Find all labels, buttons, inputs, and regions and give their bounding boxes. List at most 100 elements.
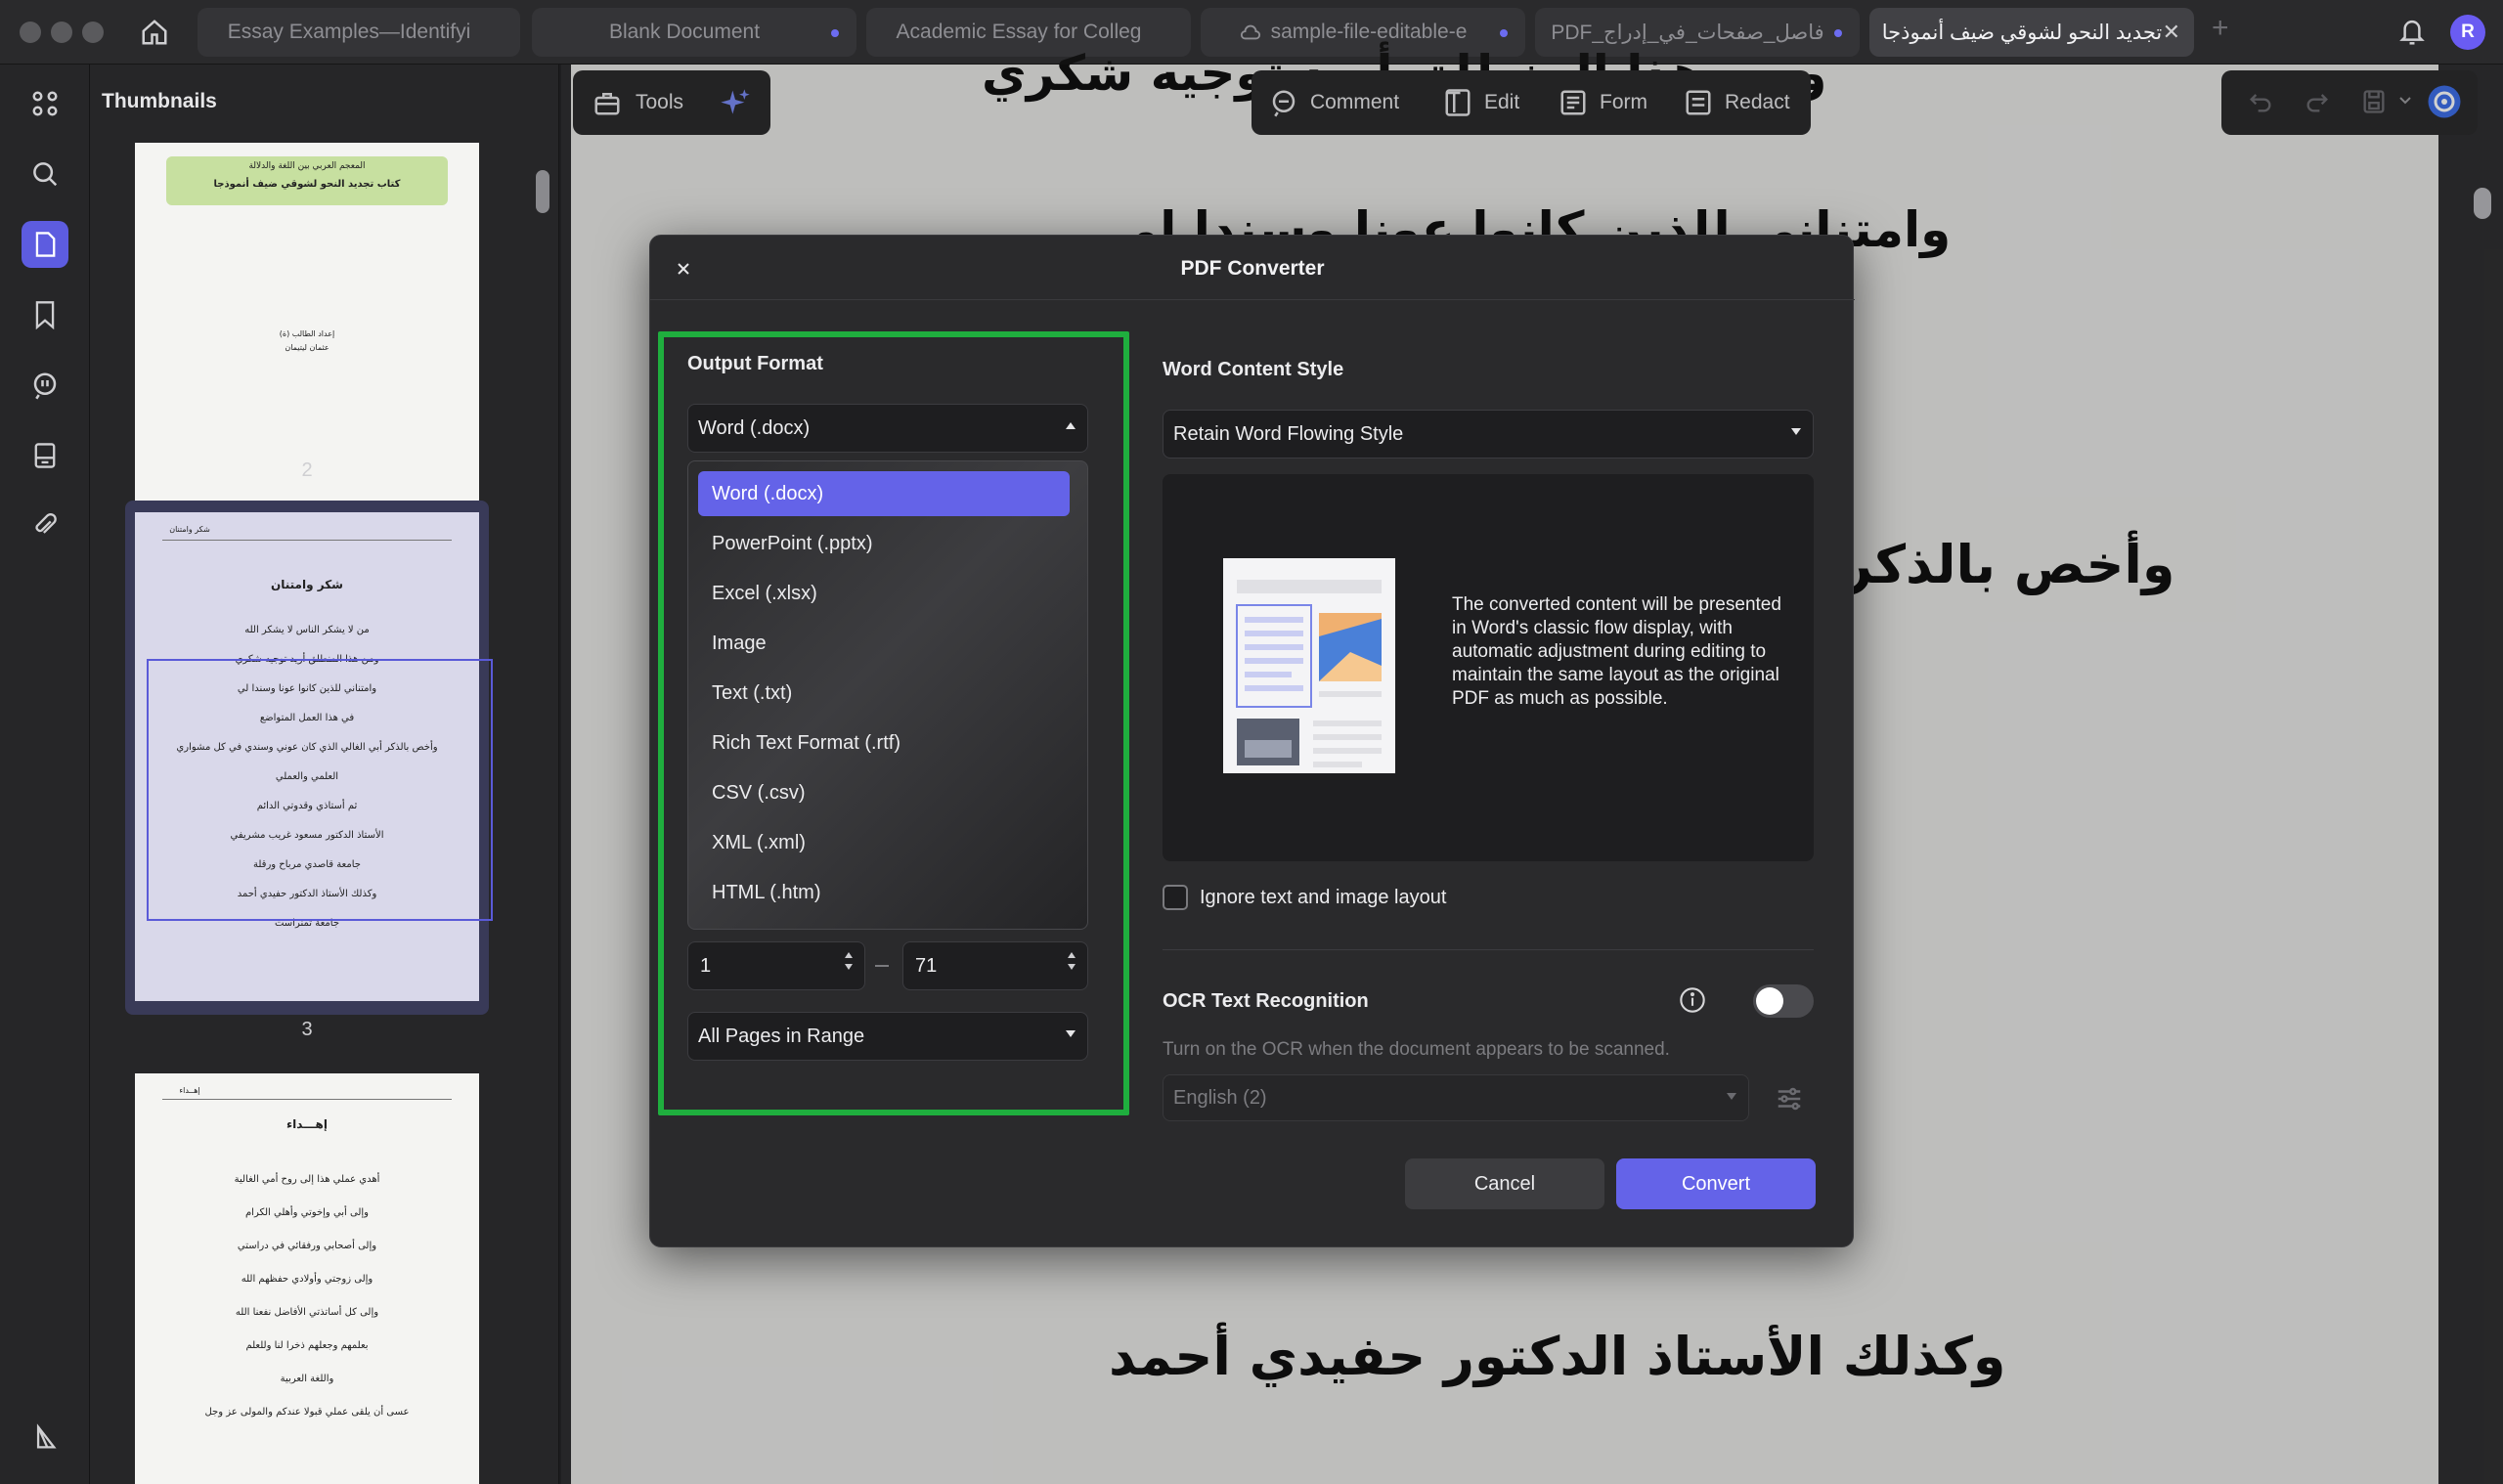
apps-button[interactable] xyxy=(22,80,68,127)
thumbnails-scrollbar[interactable] xyxy=(536,170,549,213)
comments-button[interactable] xyxy=(22,362,68,409)
layers-icon xyxy=(36,1423,57,1449)
home-button[interactable] xyxy=(137,15,172,50)
page-thumbnail-2[interactable]: المعجم العربي بين اللغة والدلالة كتاب تج… xyxy=(135,143,479,506)
ocr-language-value: English (2) xyxy=(1173,1086,1267,1109)
ocr-language-select[interactable]: English (2) xyxy=(1163,1074,1749,1121)
stepper-arrows-icon[interactable] xyxy=(1068,952,1076,970)
tab-essay-examples[interactable]: Essay Examples—Identifyi xyxy=(198,8,520,57)
output-format-label: Output Format xyxy=(687,353,823,374)
thumbnail-text: إعداد الطالب (ة) xyxy=(279,329,335,338)
panel-title: Thumbnails xyxy=(102,90,217,112)
close-tab-icon[interactable]: ✕ xyxy=(2163,20,2180,45)
thumbnail-text: وإلى زوجتي وأولادي حفظهم الله xyxy=(241,1274,373,1285)
format-option-rtf[interactable]: Rich Text Format (.rtf) xyxy=(698,720,1070,765)
word-style-select[interactable]: Retain Word Flowing Style xyxy=(1163,410,1814,458)
bookmark-icon xyxy=(35,301,55,329)
thumbnails-panel: Thumbnails المعجم العربي بين اللغة والدل… xyxy=(90,65,559,1484)
minimize-window-button[interactable] xyxy=(51,22,72,43)
range-end-stepper[interactable]: 71 xyxy=(902,941,1088,990)
visible-area-indicator[interactable] xyxy=(147,659,493,921)
convert-button[interactable]: Convert xyxy=(1616,1158,1816,1209)
thumbnail-text: كتاب تجديد النحو لشوقي ضيف أنموذجا xyxy=(213,179,401,190)
format-option-csv[interactable]: CSV (.csv) xyxy=(698,770,1070,815)
format-option-image[interactable]: Image xyxy=(698,621,1070,666)
thumbnails-button[interactable] xyxy=(22,221,68,268)
word-content-style-label: Word Content Style xyxy=(1163,359,1344,380)
zoom-window-button[interactable] xyxy=(82,22,104,43)
stamps-button[interactable] xyxy=(22,432,68,479)
ocr-hint: Turn on the OCR when the document appear… xyxy=(1163,1039,1670,1060)
format-option-word[interactable]: Word (.docx) xyxy=(698,471,1070,516)
new-tab-button[interactable]: + xyxy=(2212,12,2229,45)
ignore-layout-label: Ignore text and image layout xyxy=(1200,887,1447,908)
dialog-title: PDF Converter xyxy=(1180,257,1325,280)
word-style-value: Retain Word Flowing Style xyxy=(1173,422,1404,445)
range-separator xyxy=(875,965,889,967)
ignore-layout-checkbox[interactable] xyxy=(1163,885,1188,910)
thumbnail-text: وإلى أبي وإخوتي وأهلي الكرام xyxy=(244,1207,370,1218)
style-description: The converted content will be presented … xyxy=(1452,594,1781,709)
avatar[interactable]: R xyxy=(2450,15,2485,50)
cancel-button[interactable]: Cancel xyxy=(1405,1158,1604,1209)
tab-label: Blank Document xyxy=(608,21,761,43)
thumbnail-text: شكر وامتنان xyxy=(169,525,210,534)
chevron-down-icon xyxy=(1791,428,1801,435)
page-thumbnail-4[interactable]: إهــداء إهـــداء أهدي عملي هذا إلى روح أ… xyxy=(135,1073,479,1484)
close-window-button[interactable] xyxy=(20,22,41,43)
chevron-down-icon xyxy=(1066,1030,1076,1037)
comment-icon xyxy=(33,372,57,400)
bell-icon xyxy=(2399,20,2425,45)
tab-blank-document[interactable]: Blank Document xyxy=(532,8,856,57)
thumbnail-text: عثمان ليتيمان xyxy=(285,343,329,352)
page-range-value: All Pages in Range xyxy=(698,1025,865,1047)
chevron-up-icon xyxy=(1066,422,1076,429)
thumbnail-text: إهـــداء xyxy=(286,1117,328,1131)
unsaved-dot-icon xyxy=(831,29,839,37)
stepper-arrows-icon[interactable] xyxy=(845,952,853,970)
search-icon xyxy=(33,162,58,187)
tab-label: Essay Examples—Identifyi xyxy=(227,21,471,43)
tab-active-document[interactable]: تجديد النحو لشوقي ضيف أنموذجا ✕ xyxy=(1869,8,2194,57)
sidebar-toggle-button[interactable] xyxy=(22,1414,68,1461)
page-icon xyxy=(35,232,56,257)
selected-format-value: Word (.docx) xyxy=(698,416,811,439)
pdf-converter-dialog: PDF Converter Output Format Word (.docx)… xyxy=(649,235,1855,1247)
range-end-value: 71 xyxy=(915,954,938,977)
range-start-stepper[interactable]: 1 xyxy=(687,941,865,990)
divider xyxy=(1163,949,1814,950)
tab-label: sample-file-editable-e xyxy=(1270,21,1468,43)
info-icon xyxy=(1680,987,1705,1013)
format-option-excel[interactable]: Excel (.xlsx) xyxy=(698,571,1070,616)
thumbnail-text: المعجم العربي بين اللغة والدلالة xyxy=(248,161,366,171)
ocr-info-button[interactable] xyxy=(1679,986,1706,1019)
format-option-html[interactable]: HTML (.htm) xyxy=(698,870,1070,915)
stack-icon xyxy=(34,443,56,468)
thumbnail-text: شكر وامتنان xyxy=(271,578,343,591)
ocr-label: OCR Text Recognition xyxy=(1163,990,1369,1012)
format-option-powerpoint[interactable]: PowerPoint (.pptx) xyxy=(698,521,1070,566)
chevron-down-icon xyxy=(1727,1093,1736,1100)
thumbnail-text: بعلمهم وجعلهم ذخرا لنا وللعلم xyxy=(245,1340,369,1351)
format-dropdown-menu: Word (.docx) PowerPoint (.pptx) Excel (.… xyxy=(687,460,1088,930)
ocr-toggle[interactable] xyxy=(1753,984,1814,1018)
ocr-settings-button[interactable] xyxy=(1775,1084,1804,1118)
attachments-button[interactable] xyxy=(22,502,68,549)
bookmarks-button[interactable] xyxy=(22,291,68,338)
sliders-icon xyxy=(1778,1087,1801,1111)
thumbnail-text: إهــداء xyxy=(179,1086,200,1095)
output-format-select[interactable]: Word (.docx) xyxy=(687,404,1088,453)
format-option-xml[interactable]: XML (.xml) xyxy=(698,820,1070,865)
notifications-button[interactable] xyxy=(2397,16,2427,52)
page-number: 2 xyxy=(301,459,313,481)
search-button[interactable] xyxy=(22,151,68,197)
format-option-text[interactable]: Text (.txt) xyxy=(698,671,1070,716)
range-start-value: 1 xyxy=(700,954,712,977)
tab-label: PDF_فاصل_صفحات_في_إدراج xyxy=(1551,21,1824,44)
thumbnail-text: وإلى كل أساتذتي الأفاضل نفعنا الله xyxy=(235,1307,379,1318)
thumbnail-text: أهدي عملي هذا إلى روح أمي الغالية xyxy=(234,1174,380,1185)
page-range-select[interactable]: All Pages in Range xyxy=(687,1012,1088,1061)
thumbnail-text: وإلى أصحابي ورفقائي في دراستي xyxy=(237,1241,377,1251)
thumbnail-text: واللغة العربية xyxy=(280,1374,334,1384)
style-preview-panel: The converted content will be presented … xyxy=(1163,474,1814,861)
